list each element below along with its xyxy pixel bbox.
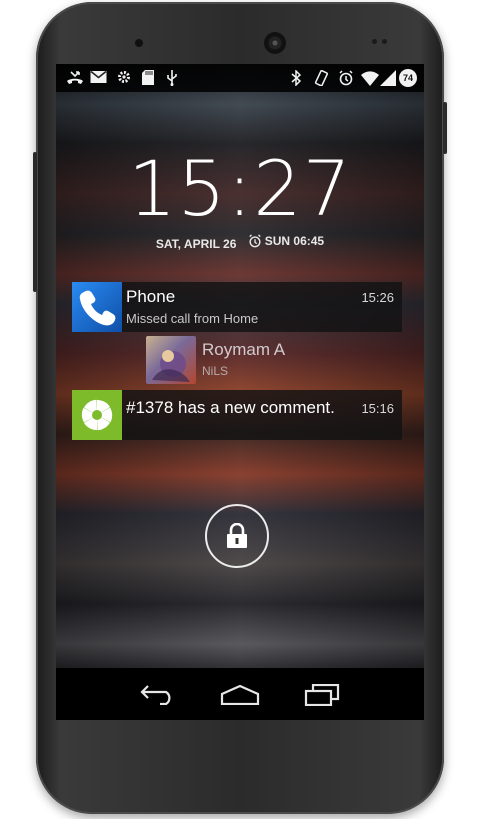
- missed-call-icon: [66, 70, 84, 86]
- back-button[interactable]: [138, 682, 178, 708]
- earpiece-speaker: [264, 32, 286, 54]
- notification-title: Roymam A: [202, 340, 286, 359]
- lock-icon: [227, 523, 247, 548]
- proximity-sensor: [372, 39, 377, 44]
- lock-screen: 74 15:27 SAT, APRIL 26 SUN 06:45 Phone M…: [56, 64, 424, 720]
- notification-text: NiLS: [202, 364, 229, 378]
- notification-comment[interactable]: #1378 has a new comment. 15:16: [72, 390, 402, 440]
- lockscreen-clock: 15:27: [127, 144, 353, 233]
- vibrate-icon: [313, 69, 329, 87]
- signal-icon: [380, 70, 396, 86]
- recents-icon: [304, 684, 340, 706]
- avatar: [146, 336, 196, 384]
- settings-icon: [117, 70, 131, 86]
- power-button[interactable]: [33, 152, 37, 292]
- navigation-bar: [56, 668, 424, 720]
- volume-button[interactable]: [443, 102, 447, 154]
- usb-icon: [166, 70, 178, 86]
- light-sensor: [382, 39, 387, 44]
- notification-missed-call[interactable]: Phone Missed call from Home 15:26: [72, 282, 402, 332]
- sd-card-icon: [142, 70, 154, 86]
- front-camera: [135, 39, 143, 47]
- date-alarm-row: SAT, APRIL 26 SUN 06:45: [56, 234, 424, 251]
- gmail-icon: [90, 70, 107, 86]
- alarm-clock-icon: [249, 234, 261, 248]
- recents-button[interactable]: [302, 682, 342, 708]
- notification-time: 15:16: [361, 401, 394, 416]
- notification-time: 15:26: [361, 290, 394, 305]
- home-icon: [220, 685, 260, 705]
- app-logo-icon: [72, 390, 122, 440]
- wifi-icon: [361, 70, 379, 86]
- back-icon: [140, 685, 171, 705]
- unlock-button[interactable]: [205, 504, 269, 568]
- phone-icon: [72, 282, 122, 332]
- notification-roymam[interactable]: Roymam A NiLS: [146, 336, 396, 384]
- home-button[interactable]: [220, 682, 260, 708]
- battery-indicator: 74: [399, 69, 417, 87]
- next-alarm-time: SUN 06:45: [264, 234, 325, 248]
- alarm-icon: [338, 70, 354, 86]
- notification-text: Missed call from Home: [126, 311, 259, 326]
- lockscreen-date: SAT, APRIL 26: [155, 237, 237, 251]
- notification-title: Phone: [126, 287, 176, 306]
- bluetooth-icon: [291, 69, 302, 87]
- next-alarm: SUN 06:45: [248, 234, 324, 248]
- notification-title: #1378 has a new comment.: [126, 398, 335, 417]
- status-bar: 74: [56, 64, 424, 92]
